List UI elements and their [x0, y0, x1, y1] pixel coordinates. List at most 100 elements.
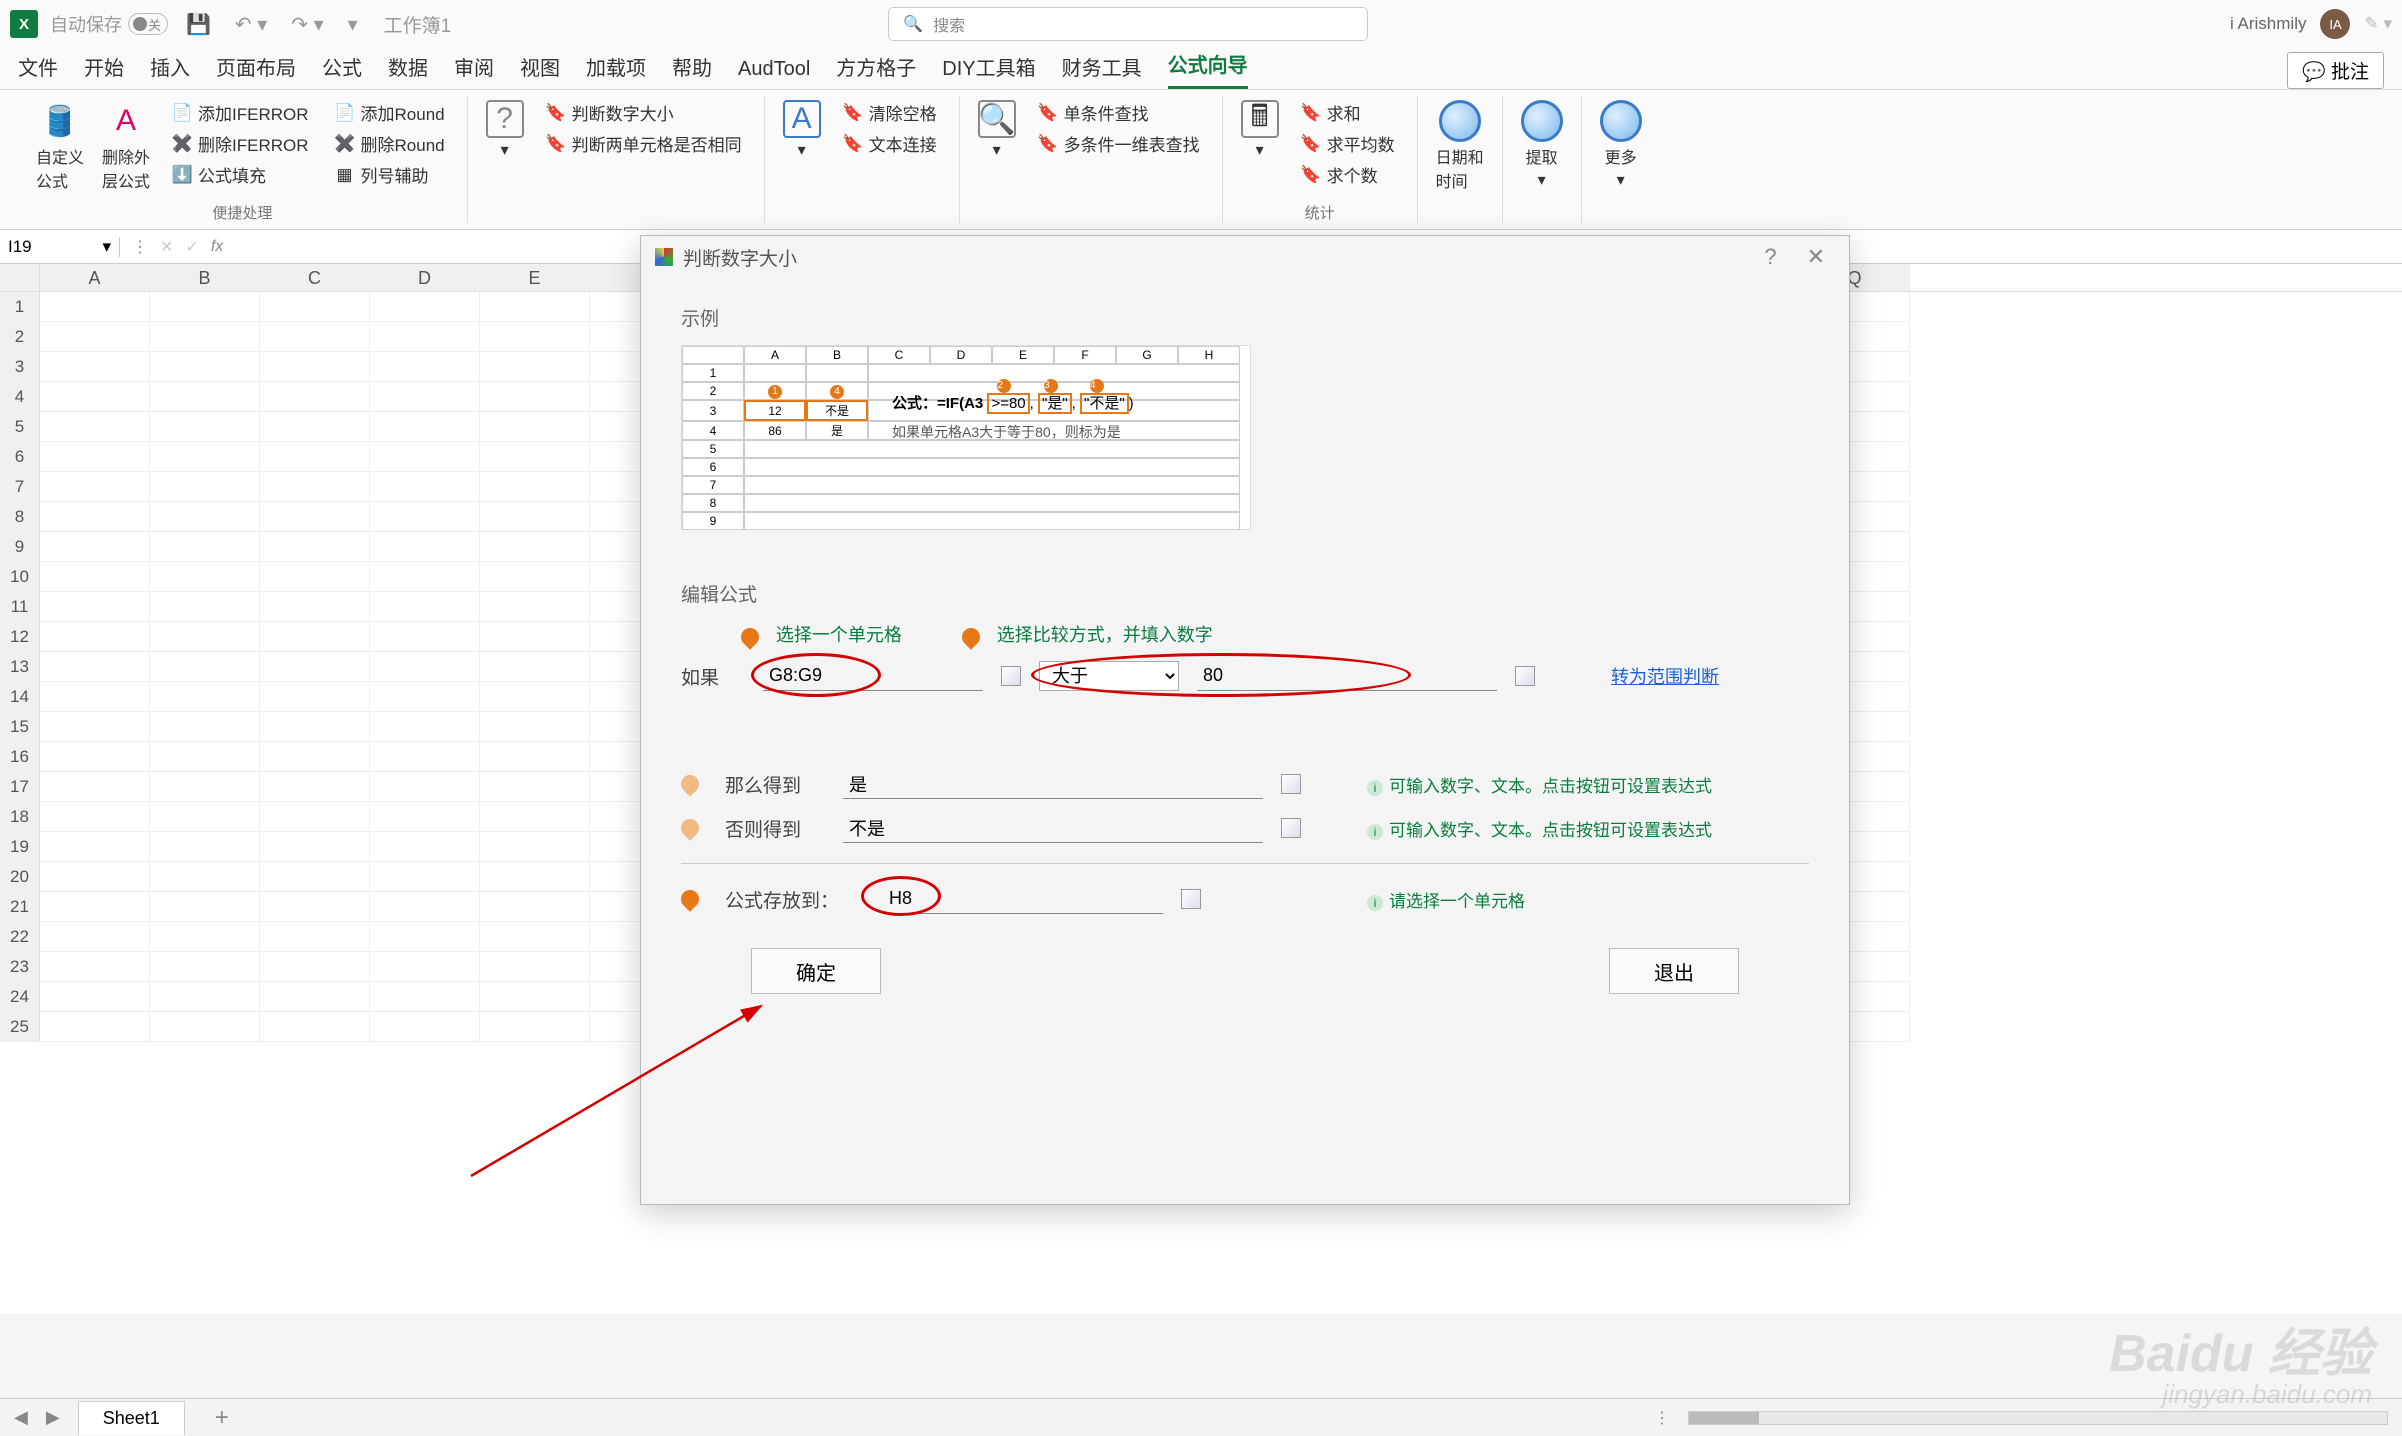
- cell[interactable]: [150, 832, 260, 862]
- dialog-title-bar[interactable]: 判断数字大小 ? ✕: [641, 236, 1849, 278]
- sheet-tab[interactable]: Sheet1: [78, 1401, 185, 1435]
- range-picker-icon[interactable]: [1181, 889, 1201, 909]
- question-button[interactable]: ?▾: [482, 96, 528, 164]
- cell[interactable]: [370, 532, 480, 562]
- cell[interactable]: [480, 592, 590, 622]
- cell[interactable]: [40, 352, 150, 382]
- tab-insert[interactable]: 插入: [150, 44, 190, 89]
- text-a-button[interactable]: A▾: [779, 96, 825, 164]
- cell[interactable]: [480, 442, 590, 472]
- cell[interactable]: [370, 502, 480, 532]
- cell[interactable]: [150, 292, 260, 322]
- name-box[interactable]: I19▾: [0, 237, 120, 257]
- cell[interactable]: [260, 322, 370, 352]
- single-cond-button[interactable]: 🔖单条件查找: [1038, 100, 1200, 125]
- cell[interactable]: [40, 682, 150, 712]
- cell[interactable]: [260, 472, 370, 502]
- cell[interactable]: [150, 742, 260, 772]
- cell[interactable]: [40, 1012, 150, 1042]
- cell[interactable]: [150, 892, 260, 922]
- cell[interactable]: [40, 472, 150, 502]
- sum-button[interactable]: 🔖求和: [1301, 100, 1395, 125]
- cell[interactable]: [260, 712, 370, 742]
- judge-cells-button[interactable]: 🔖判断两单元格是否相同: [546, 131, 742, 156]
- cell[interactable]: [260, 592, 370, 622]
- cell-range-input[interactable]: [763, 661, 983, 691]
- redo-icon[interactable]: ↷ ▾: [285, 12, 329, 37]
- cell[interactable]: [150, 712, 260, 742]
- cell[interactable]: [370, 352, 480, 382]
- cell[interactable]: [40, 292, 150, 322]
- cell[interactable]: [150, 502, 260, 532]
- fx-icon[interactable]: fx: [211, 238, 223, 256]
- cell[interactable]: [260, 832, 370, 862]
- sheet-prev-icon[interactable]: ◀: [14, 1407, 28, 1428]
- cell[interactable]: [40, 742, 150, 772]
- cell[interactable]: [480, 952, 590, 982]
- row-header[interactable]: 20: [0, 862, 40, 892]
- cell[interactable]: [40, 532, 150, 562]
- cell[interactable]: [480, 292, 590, 322]
- custom-formula-button[interactable]: 🛢️自定义 公式: [32, 96, 88, 196]
- exit-button[interactable]: 退出: [1609, 948, 1739, 994]
- cell[interactable]: [260, 742, 370, 772]
- cell[interactable]: [480, 742, 590, 772]
- comments-button[interactable]: 💬 批注: [2287, 52, 2384, 89]
- compare-op-select[interactable]: 大于: [1039, 661, 1179, 691]
- picker-icon[interactable]: [1281, 774, 1301, 794]
- horizontal-scrollbar[interactable]: [1688, 1411, 2388, 1425]
- cell[interactable]: [260, 802, 370, 832]
- col-header[interactable]: C: [260, 264, 370, 291]
- cell[interactable]: [480, 352, 590, 382]
- cell[interactable]: [150, 592, 260, 622]
- cell[interactable]: [150, 382, 260, 412]
- cell[interactable]: [260, 982, 370, 1012]
- cell[interactable]: [370, 442, 480, 472]
- clear-space-button[interactable]: 🔖清除空格: [843, 100, 937, 125]
- cell[interactable]: [480, 1012, 590, 1042]
- cell[interactable]: [260, 1012, 370, 1042]
- tab-layout[interactable]: 页面布局: [216, 44, 296, 89]
- text-concat-button[interactable]: 🔖文本连接: [843, 131, 937, 156]
- cell[interactable]: [150, 442, 260, 472]
- cell[interactable]: [40, 562, 150, 592]
- cell[interactable]: [150, 532, 260, 562]
- cell[interactable]: [150, 622, 260, 652]
- cell[interactable]: [370, 802, 480, 832]
- cell[interactable]: [480, 532, 590, 562]
- cell[interactable]: [150, 802, 260, 832]
- else-value-input[interactable]: [843, 813, 1263, 843]
- cell[interactable]: [150, 322, 260, 352]
- undo-icon[interactable]: ↶ ▾: [229, 12, 273, 37]
- col-header[interactable]: B: [150, 264, 260, 291]
- judge-num-button[interactable]: 🔖判断数字大小: [546, 100, 742, 125]
- formula-fill-button[interactable]: ⬇️公式填充: [172, 162, 309, 187]
- col-assist-button[interactable]: ▦列号辅助: [335, 162, 445, 187]
- tab-audtool[interactable]: AudTool: [738, 50, 810, 89]
- row-header[interactable]: 10: [0, 562, 40, 592]
- row-header[interactable]: 11: [0, 592, 40, 622]
- select-all-corner[interactable]: [0, 264, 40, 291]
- row-header[interactable]: 1: [0, 292, 40, 322]
- cell[interactable]: [150, 562, 260, 592]
- cell[interactable]: [150, 1012, 260, 1042]
- cell[interactable]: [150, 412, 260, 442]
- cell[interactable]: [150, 982, 260, 1012]
- row-header[interactable]: 13: [0, 652, 40, 682]
- sheet-next-icon[interactable]: ▶: [46, 1407, 60, 1428]
- cell[interactable]: [480, 472, 590, 502]
- cell[interactable]: [260, 442, 370, 472]
- cell[interactable]: [40, 622, 150, 652]
- ok-button[interactable]: 确定: [751, 948, 881, 994]
- cell[interactable]: [40, 982, 150, 1012]
- del-round-button[interactable]: ✖️删除Round: [335, 131, 445, 156]
- cell[interactable]: [480, 832, 590, 862]
- remove-outer-button[interactable]: A删除外 层公式: [98, 96, 154, 196]
- cell[interactable]: [260, 502, 370, 532]
- tab-data[interactable]: 数据: [388, 44, 428, 89]
- cell[interactable]: [260, 682, 370, 712]
- row-header[interactable]: 2: [0, 322, 40, 352]
- cell[interactable]: [480, 862, 590, 892]
- row-header[interactable]: 3: [0, 352, 40, 382]
- cell[interactable]: [150, 862, 260, 892]
